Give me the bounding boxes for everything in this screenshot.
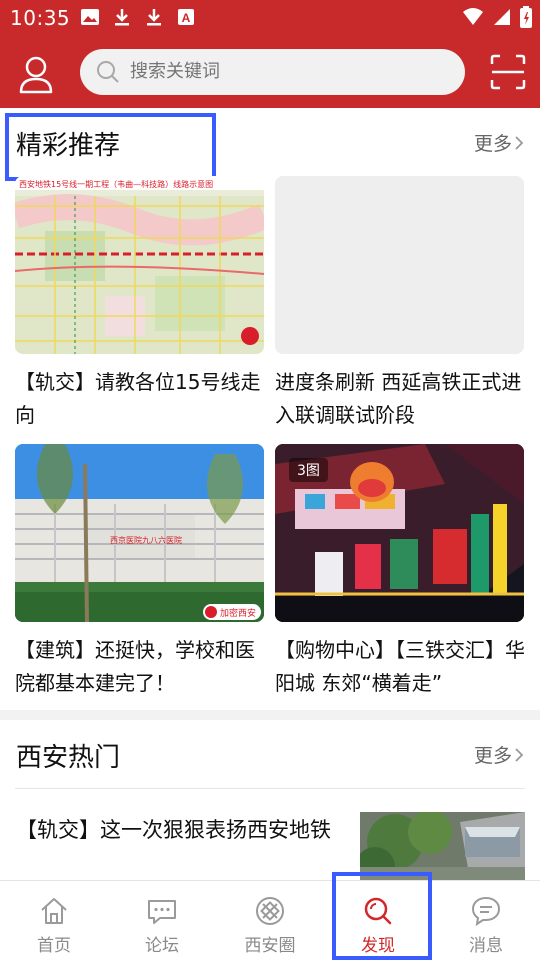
featured-item-caption[interactable]: 【购物中心】【三铁交汇】华阳城 东郊“横着走”	[275, 634, 527, 700]
map-title-text: 西安地铁15号线一期工程（韦曲—科技路）线路示意图	[19, 179, 213, 189]
street-scene-image	[360, 812, 525, 880]
scan-button[interactable]	[488, 52, 528, 92]
featured-item-caption[interactable]: 【轨交】请教各位15号线走向	[15, 366, 267, 432]
hot-more-link[interactable]: 更多	[474, 741, 524, 768]
featured-item-image[interactable]	[275, 176, 524, 354]
featured-item-image[interactable]: 3图	[275, 444, 524, 622]
featured-item-caption[interactable]: 【建筑】还挺快，学校和医院都基本建完了！	[15, 634, 267, 700]
image-notification-icon	[81, 9, 99, 25]
title-highlight-box	[5, 113, 216, 181]
nav-highlight-box	[332, 872, 432, 960]
download-icon	[147, 9, 161, 26]
search-bar[interactable]	[80, 49, 465, 95]
chevron-right-icon	[515, 747, 524, 762]
nav-label: 论坛	[145, 936, 179, 956]
system-icons	[462, 6, 532, 28]
download-icon	[115, 9, 129, 26]
scan-icon	[490, 54, 526, 90]
building-sign-text: 西京医院九八六医院	[110, 535, 182, 545]
nav-label: 西安圈	[244, 936, 296, 956]
app-notification-icon: A	[178, 9, 194, 25]
battery-icon	[520, 6, 532, 28]
svg-text:A: A	[182, 11, 191, 25]
hot-section: 西安热门 更多 【轨交】这一次狠狠表扬西安地铁	[0, 720, 540, 880]
nav-label: 首页	[37, 936, 71, 956]
signal-icon	[494, 9, 510, 25]
nav-label: 消息	[469, 936, 503, 956]
search-icon	[97, 61, 119, 83]
notification-icons: A	[80, 7, 196, 27]
image-count-badge: 3图	[289, 458, 328, 482]
top-toolbar	[0, 44, 540, 102]
watermark-text: 加密西安	[220, 607, 256, 619]
more-label: 更多	[473, 133, 512, 155]
featured-more-link[interactable]: 更多	[474, 129, 524, 156]
search-input[interactable]	[130, 49, 430, 95]
status-time: 10:35	[10, 6, 71, 30]
forum-icon	[148, 900, 176, 924]
nav-item-xian-circle[interactable]: 西安圈	[216, 881, 324, 960]
app-header: 10:35 A	[0, 0, 540, 108]
nav-item-forum[interactable]: 论坛	[108, 881, 216, 960]
home-icon	[41, 898, 67, 924]
message-icon	[471, 896, 501, 927]
hot-item-thumbnail	[360, 812, 525, 880]
metro-map-image: 西安地铁15号线一期工程（韦曲—科技路）线路示意图	[15, 176, 264, 354]
hot-list-item[interactable]: 【轨交】这一次狠狠表扬西安地铁	[0, 789, 540, 880]
more-label: 更多	[473, 745, 512, 767]
featured-item-image[interactable]: 西安地铁15号线一期工程（韦曲—科技路）线路示意图	[15, 176, 264, 354]
nav-item-home[interactable]: 首页	[0, 881, 108, 960]
wifi-icon	[463, 8, 483, 25]
chevron-right-icon	[515, 135, 524, 150]
hospital-building-image: 西京医院九八六医院 加密西安	[15, 444, 264, 622]
circle-icon	[256, 897, 284, 925]
featured-item-image[interactable]: 西京医院九八六医院 加密西安	[15, 444, 264, 622]
featured-section: 精彩推荐 更多 西安地铁15号线一期工程（韦曲—科技路）线路示意图 【轨交】请教…	[0, 108, 540, 710]
featured-item-caption[interactable]: 进度条刷新 西延高铁正式进入联调联试阶段	[275, 366, 527, 432]
user-icon	[19, 56, 53, 94]
bottom-navigation: 首页 论坛 西安圈 发现 消息	[0, 880, 540, 960]
nav-item-messages[interactable]: 消息	[432, 881, 540, 960]
hot-title: 西安热门	[16, 743, 121, 773]
user-profile-button[interactable]	[14, 52, 58, 96]
hot-item-title: 【轨交】这一次狠狠表扬西安地铁	[16, 818, 331, 842]
status-bar: 10:35 A	[0, 0, 540, 38]
